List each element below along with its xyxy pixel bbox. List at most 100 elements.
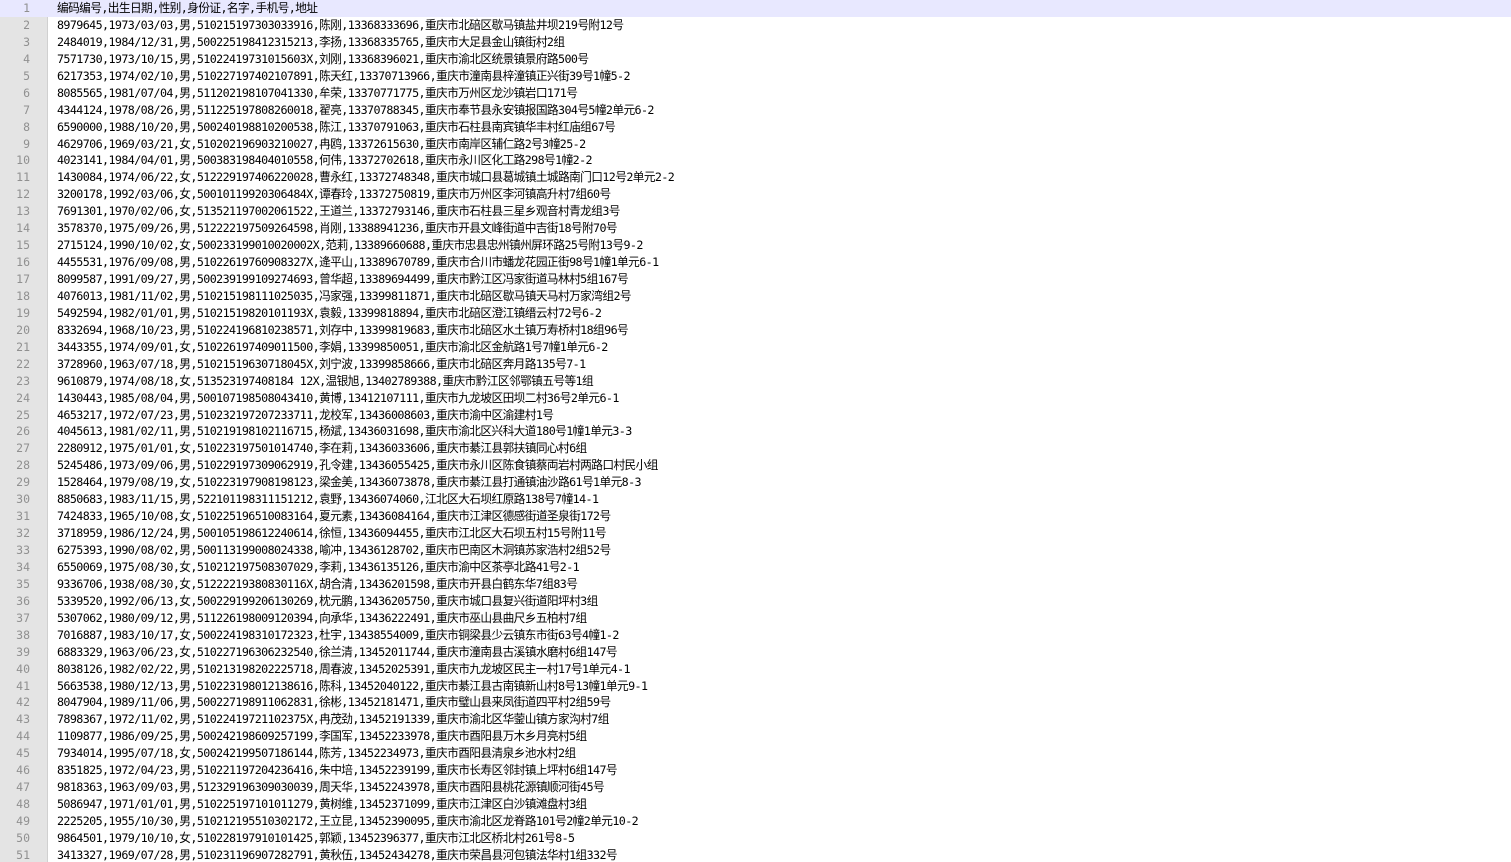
editor-line[interactable]: 10 4023141,1984/04/01,男,50038319840401055… [0,152,1511,169]
editor-line[interactable]: 49 2225205,1955/10/30,男,51021219551030217… [0,813,1511,830]
line-text[interactable]: 7016887,1983/10/17,女,500224198310172323,… [57,627,619,644]
editor-line[interactable]: 26 4045613,1981/02/11,男,51021919810211671… [0,423,1511,440]
line-text[interactable]: 4344124,1978/08/26,男,511225197808260018,… [57,102,654,119]
line-text[interactable]: 2484019,1984/12/31,男,500225198412315213,… [57,34,565,51]
editor-line[interactable]: 37 5307062,1980/09/12,男,51122619800912039… [0,610,1511,627]
line-text[interactable]: 3718959,1986/12/24,男,500105198612240614,… [57,525,607,542]
editor-line[interactable]: 21 3443355,1974/09/01,女,51022619740901150… [0,339,1511,356]
line-text[interactable]: 9864501,1979/10/10,女,510228197910101425,… [57,830,575,847]
line-text[interactable]: 6217353,1974/02/10,男,510227197402107891,… [57,68,631,85]
line-text[interactable]: 2225205,1955/10/30,男,510212195510302172,… [57,813,639,830]
line-text[interactable]: 6590000,1988/10/20,男,500240198810200538,… [57,119,616,136]
line-text[interactable]: 8038126,1982/02/22,男,510213198202225718,… [57,661,631,678]
line-text[interactable]: 8332694,1968/10/23,男,510224196810238571,… [57,322,629,339]
line-text[interactable]: 8085565,1981/07/04,男,511202198107041330,… [57,85,578,102]
line-text[interactable]: 1430084,1974/06/22,女,512229197406220028,… [57,169,675,186]
editor-line[interactable]: 47 9818363,1963/09/03,男,51232919630903003… [0,779,1511,796]
text-editor[interactable]: 1 编码编号,出生日期,性别,身份证,名字,手机号,地址 2 8979645,1973… [0,0,1511,862]
editor-line[interactable]: 16 4455531,1976/09/08,男,51022619760908327… [0,254,1511,271]
editor-line[interactable]: 25 4653217,1972/07/23,男,51023219720723371… [0,407,1511,424]
line-text[interactable]: 6275393,1990/08/02,男,500113199008024338,… [57,542,611,559]
line-text[interactable]: 6550069,1975/08/30,女,510212197508307029,… [57,559,580,576]
line-text[interactable]: 4629706,1969/03/21,女,510202196903210027,… [57,136,586,153]
line-text[interactable]: 7898367,1972/11/02,男,51022419721102375X,… [57,711,609,728]
editor-line[interactable]: 15 2715124,1990/10/02,女,50023319901002000… [0,237,1511,254]
editor-line[interactable]: 11 1430084,1974/06/22,女,51222919740622002… [0,169,1511,186]
editor-line[interactable]: 22 3728960,1963/07/18,男,51021519630718045… [0,356,1511,373]
line-text[interactable]: 3578370,1975/09/26,男,512222197509264598,… [57,220,618,237]
editor-line[interactable]: 29 1528464,1979/08/19,女,51022319790819812… [0,474,1511,491]
editor-line[interactable]: 19 5492594,1982/01/01,男,51021519820101193… [0,305,1511,322]
editor-line[interactable]: 9 4629706,1969/03/21,女,510202196903210027… [0,136,1511,153]
line-text[interactable]: 8351825,1972/04/23,男,510221197204236416,… [57,762,618,779]
editor-line[interactable]: 42 8047904,1989/11/06,男,50022719891106283… [0,694,1511,711]
line-text[interactable]: 4653217,1972/07/23,男,510232197207233711,… [57,407,554,424]
line-text[interactable]: 7571730,1973/10/15,男,51022419731015603X,… [57,51,589,68]
editor-line[interactable]: 6 8085565,1981/07/04,男,511202198107041330… [0,85,1511,102]
line-text[interactable]: 3728960,1963/07/18,男,51021519630718045X,… [57,356,586,373]
editor-line[interactable]: 39 6883329,1963/06/23,女,51022719630623254… [0,644,1511,661]
line-text[interactable]: 4023141,1984/04/01,男,500383198404010558,… [57,152,593,169]
editor-line[interactable]: 38 7016887,1983/10/17,女,50022419831017232… [0,627,1511,644]
editor-line[interactable]: 24 1430443,1985/08/04,男,50010719850804341… [0,390,1511,407]
line-text[interactable]: 5245486,1973/09/06,男,510229197309062919,… [57,457,658,474]
line-text[interactable]: 9818363,1963/09/03,男,512329196309030039,… [57,779,605,796]
line-text[interactable]: 2280912,1975/01/01,女,510223197501014740,… [57,440,587,457]
editor-line[interactable]: 48 5086947,1971/01/01,男,51022519710101127… [0,796,1511,813]
line-text[interactable]: 9610879,1974/08/18,女,513523197408184 12X… [57,373,594,390]
line-text[interactable]: 5339520,1992/06/13,女,500229199206130269,… [57,593,598,610]
line-text[interactable]: 编码编号,出生日期,性别,身份证,名字,手机号,地址 [57,0,318,17]
line-text[interactable]: 8099587,1991/09/27,男,500239199109274693,… [57,271,629,288]
line-text[interactable]: 6883329,1963/06/23,女,510227196306232540,… [57,644,618,661]
line-text[interactable]: 3200178,1992/03/06,女,50010119920306484X,… [57,186,611,203]
line-text[interactable]: 5307062,1980/09/12,男,511226198009120394,… [57,610,587,627]
line-text[interactable]: 4045613,1981/02/11,男,510219198102116715,… [57,423,632,440]
line-text[interactable]: 8850683,1983/11/15,男,522101198311151212,… [57,491,599,508]
line-text[interactable]: 7424833,1965/10/08,女,510225196510083164,… [57,508,611,525]
editor-line[interactable]: 13 7691301,1970/02/06,女,51352119700206152… [0,203,1511,220]
editor-line[interactable]: 33 6275393,1990/08/02,男,50011319900802433… [0,542,1511,559]
editor-line[interactable]: 7 4344124,1978/08/26,男,511225197808260018… [0,102,1511,119]
editor-line[interactable]: 12 3200178,1992/03/06,女,50010119920306484… [0,186,1511,203]
editor-line[interactable]: 23 9610879,1974/08/18,女,513523197408184 1… [0,373,1511,390]
line-text[interactable]: 1528464,1979/08/19,女,510223197908198123,… [57,474,642,491]
editor-line[interactable]: 35 9336706,1938/08/30,女,51222219380830116… [0,576,1511,593]
editor-line[interactable]: 40 8038126,1982/02/22,男,51021319820222571… [0,661,1511,678]
line-text[interactable]: 3443355,1974/09/01,女,510226197409011500,… [57,339,608,356]
editor-line[interactable]: 28 5245486,1973/09/06,男,51022919730906291… [0,457,1511,474]
editor-line[interactable]: 30 8850683,1983/11/15,男,52210119831115121… [0,491,1511,508]
line-text[interactable]: 5663538,1980/12/13,男,510223198012138616,… [57,678,648,695]
line-text[interactable]: 2715124,1990/10/02,女,500233199010020002X… [57,237,643,254]
line-text[interactable]: 7934014,1995/07/18,女,500242199507186144,… [57,745,576,762]
line-text[interactable]: 5492594,1982/01/01,男,51021519820101193X,… [57,305,602,322]
editor-line[interactable]: 44 1109877,1986/09/25,男,50024219860925719… [0,728,1511,745]
editor-line[interactable]: 3 2484019,1984/12/31,男,500225198412315213… [0,34,1511,51]
editor-line[interactable]: 18 4076013,1981/11/02,男,51021519811102503… [0,288,1511,305]
editor-line[interactable]: 46 8351825,1972/04/23,男,51022119720423641… [0,762,1511,779]
editor-line[interactable]: 17 8099587,1991/09/27,男,50023919910927469… [0,271,1511,288]
line-text[interactable]: 8979645,1973/03/03,男,510215197303033916,… [57,17,624,34]
editor-line[interactable]: 43 7898367,1972/11/02,男,51022419721102375… [0,711,1511,728]
line-text[interactable]: 3413327,1969/07/28,男,510231196907282791,… [57,847,618,862]
line-text[interactable]: 5086947,1971/01/01,男,510225197101011279,… [57,796,587,813]
line-text[interactable]: 7691301,1970/02/06,女,513521197002061522,… [57,203,620,220]
line-text[interactable]: 1109877,1986/09/25,男,500242198609257199,… [57,728,587,745]
line-text[interactable]: 4076013,1981/11/02,男,510215198111025035,… [57,288,632,305]
line-text[interactable]: 9336706,1938/08/30,女,51222219380830116X,… [57,576,578,593]
editor-line[interactable]: 34 6550069,1975/08/30,女,51021219750830702… [0,559,1511,576]
editor-line[interactable]: 5 6217353,1974/02/10,男,510227197402107891… [0,68,1511,85]
editor-line[interactable]: 45 7934014,1995/07/18,女,50024219950718614… [0,745,1511,762]
editor-line[interactable]: 41 5663538,1980/12/13,男,51022319801213861… [0,678,1511,695]
editor-line[interactable]: 2 8979645,1973/03/03,男,510215197303033916… [0,17,1511,34]
editor-line[interactable]: 1 编码编号,出生日期,性别,身份证,名字,手机号,地址 [0,0,1511,17]
line-text[interactable]: 4455531,1976/09/08,男,51022619760908327X,… [57,254,659,271]
editor-line[interactable]: 27 2280912,1975/01/01,女,51022319750101474… [0,440,1511,457]
editor-line[interactable]: 51 3413327,1969/07/28,男,51023119690728279… [0,847,1511,862]
line-text[interactable]: 1430443,1985/08/04,男,500107198508043410,… [57,390,619,407]
editor-line[interactable]: 8 6590000,1988/10/20,男,500240198810200538… [0,119,1511,136]
editor-line[interactable]: 31 7424833,1965/10/08,女,51022519651008316… [0,508,1511,525]
editor-line[interactable]: 20 8332694,1968/10/23,男,51022419681023857… [0,322,1511,339]
editor-line[interactable]: 36 5339520,1992/06/13,女,50022919920613026… [0,593,1511,610]
editor-line[interactable]: 4 7571730,1973/10/15,男,51022419731015603X… [0,51,1511,68]
editor-line[interactable]: 50 9864501,1979/10/10,女,51022819791010142… [0,830,1511,847]
